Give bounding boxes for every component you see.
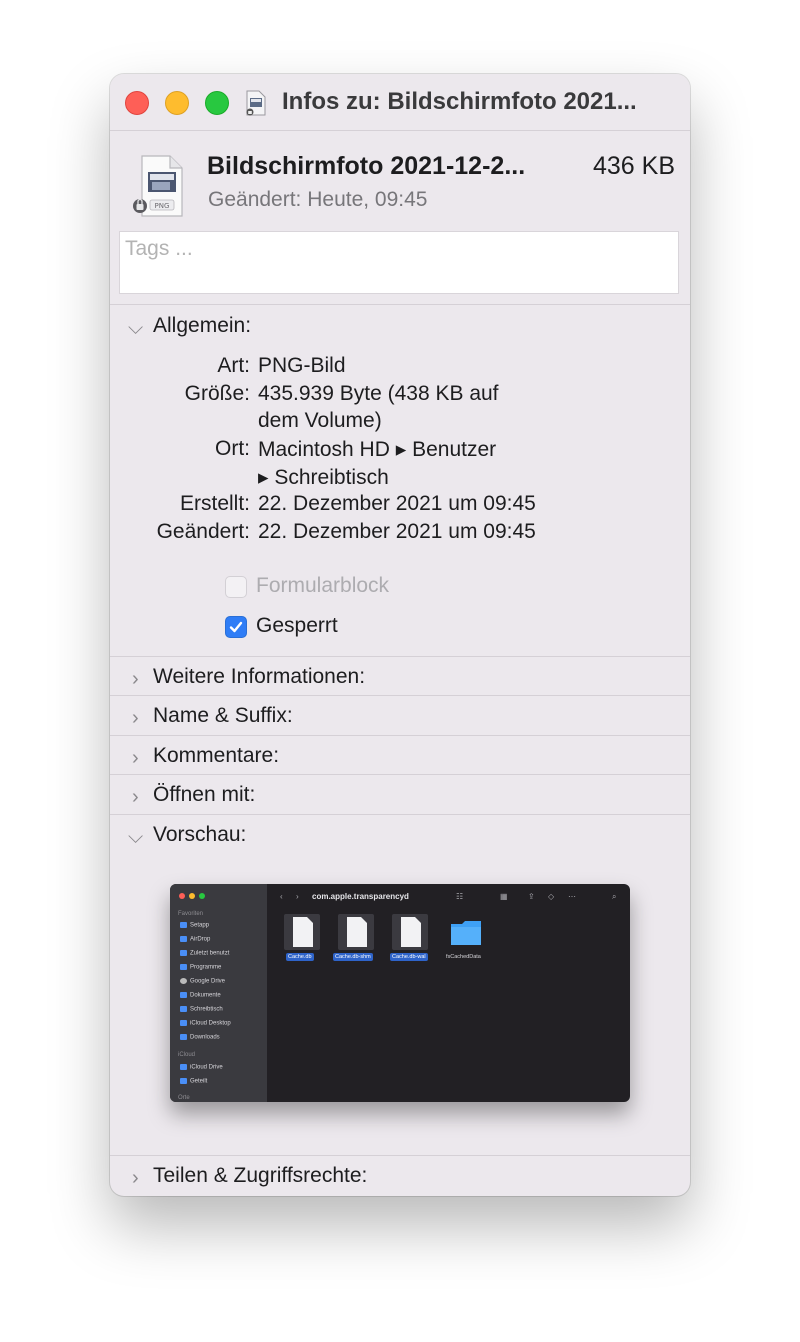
divider: [110, 1155, 690, 1156]
preview-document-icon: [284, 914, 320, 950]
divider: [110, 814, 690, 815]
preview-sidebar-item: Google Drive: [180, 978, 225, 985]
locked-label: Gesperrt: [256, 614, 338, 637]
where-label: Ort:: [215, 437, 250, 460]
preview-document-icon: [392, 914, 428, 950]
section-preview-header[interactable]: ⌵ Vorschau:: [110, 819, 690, 857]
preview-sidebar-item: iCloud Desktop: [180, 1020, 231, 1027]
section-sharing-header[interactable]: › Teilen & Zugriffsrechte:: [110, 1160, 690, 1196]
preview-sidebar-item: AirDrop: [180, 936, 210, 943]
size-value: 435.939 Byte (438 KB auf: [258, 382, 499, 405]
chevron-right-icon: ›: [132, 747, 139, 769]
preview-sidebar: Favoriten Setapp AirDrop Zuletzt benutzt…: [170, 884, 267, 1102]
png-file-icon: [246, 90, 266, 116]
tags-placeholder: Tags ...: [125, 237, 193, 260]
stationery-checkbox[interactable]: [225, 576, 247, 598]
preview-back-icon: ‹: [280, 892, 283, 901]
preview-sidebar-item: Downloads: [180, 1034, 220, 1041]
divider: [110, 695, 690, 696]
png-document-icon: PNG: [133, 155, 183, 217]
preview-sidebar-item: Zuletzt benutzt: [180, 950, 229, 957]
preview-forward-icon: ›: [296, 892, 299, 901]
file-header: PNG Bildschirmfoto 2021-12-2... 436 KB G…: [110, 130, 690, 230]
window-title: Infos zu: Bildschirmfoto 2021...: [282, 88, 637, 115]
preview-folder-title: com.apple.transparencyd: [312, 892, 409, 901]
chevron-down-icon: ⌵: [128, 826, 144, 848]
preview-sidebar-item: Setapp: [180, 922, 209, 929]
chevron-right-icon: ›: [132, 786, 139, 808]
preview-search-icon: ⌕: [612, 892, 617, 901]
preview-file-label: Cache.db-wal: [390, 953, 428, 961]
chevron-down-icon: ⌵: [128, 317, 144, 339]
divider: [110, 735, 690, 736]
svg-text:PNG: PNG: [155, 202, 170, 210]
section-name-suffix-header[interactable]: › Name & Suffix:: [110, 700, 690, 738]
section-general-header[interactable]: ⌵ Allgemein:: [110, 310, 690, 348]
preview-close-dot: [179, 893, 185, 899]
kind-value: PNG-Bild: [258, 354, 346, 377]
preview-action-icon: ⋯: [568, 892, 576, 901]
section-name-suffix-label: Name & Suffix:: [153, 704, 293, 727]
preview-thumbnail: Favoriten Setapp AirDrop Zuletzt benutzt…: [170, 884, 630, 1102]
section-more-info-label: Weitere Informationen:: [153, 665, 366, 688]
where-value-continued: ▸ Schreibtisch: [258, 466, 389, 489]
preview-file-label: Cache.db-shm: [333, 953, 373, 961]
divider: [110, 774, 690, 775]
preview-file-label: Cache.db: [286, 953, 314, 961]
size-label: Größe:: [184, 382, 250, 405]
divider: [110, 656, 690, 657]
section-general-label: Allgemein:: [153, 314, 252, 337]
preview-sidebar-item: Programme: [180, 964, 221, 971]
chevron-right-icon: ›: [132, 1167, 139, 1189]
file-modified-date: Geändert: Heute, 09:45: [208, 188, 428, 211]
info-window: Infos zu: Bildschirmfoto 2021... PNG Bil…: [110, 74, 690, 1196]
preview-zoom-dot: [199, 893, 205, 899]
preview-sidebar-item: Geteilt: [180, 1078, 207, 1085]
preview-document-icon: [338, 914, 374, 950]
preview-group-icon: ▦: [500, 892, 508, 901]
tags-input[interactable]: Tags ...: [119, 231, 679, 294]
preview-sidebar-item: Dokumente: [180, 992, 221, 999]
modified-label: Geändert:: [156, 520, 250, 543]
preview-view-icon: ☷: [456, 892, 464, 901]
section-comments-header[interactable]: › Kommentare:: [110, 740, 690, 778]
section-open-with-label: Öffnen mit:: [153, 783, 256, 806]
preview-share-icon: ⇪: [528, 892, 535, 901]
section-sharing-label: Teilen & Zugriffsrechte:: [153, 1164, 368, 1187]
preview-folder-icon: [451, 921, 481, 945]
preview-sidebar-item: Schreibtisch: [180, 1006, 223, 1013]
title-bar[interactable]: Infos zu: Bildschirmfoto 2021...: [110, 74, 690, 131]
file-name: Bildschirmfoto 2021-12-2...: [207, 152, 526, 180]
kind-label: Art:: [217, 354, 250, 377]
locked-checkbox[interactable]: [225, 616, 247, 638]
minimize-button[interactable]: [165, 91, 189, 115]
chevron-right-icon: ›: [132, 668, 139, 690]
section-preview-label: Vorschau:: [153, 823, 247, 846]
preview-sidebar-section: iCloud: [178, 1052, 196, 1058]
stationery-label: Formularblock: [256, 574, 390, 597]
zoom-button[interactable]: [205, 91, 229, 115]
section-comments-label: Kommentare:: [153, 744, 280, 767]
preview-sidebar-section: Favoriten: [178, 911, 204, 917]
modified-value: 22. Dezember 2021 um 09:45: [258, 520, 536, 543]
close-button[interactable]: [125, 91, 149, 115]
preview-tag-icon: ◇: [548, 892, 555, 901]
section-open-with-header[interactable]: › Öffnen mit:: [110, 779, 690, 817]
chevron-right-icon: ›: [132, 707, 139, 729]
preview-sidebar-item: iCloud Drive: [180, 1064, 223, 1071]
file-size: 436 KB: [592, 152, 675, 180]
created-label: Erstellt:: [179, 492, 250, 515]
preview-sidebar-section: Orte: [178, 1095, 190, 1101]
size-value-continued: dem Volume): [258, 409, 382, 432]
preview-file-label: fsCachedData: [446, 954, 481, 960]
preview-minimize-dot: [189, 893, 195, 899]
where-value: Macintosh HD ▸ Benutzer: [258, 438, 497, 461]
divider: [110, 304, 690, 305]
created-value: 22. Dezember 2021 um 09:45: [258, 492, 536, 515]
section-more-info-header[interactable]: › Weitere Informationen:: [110, 661, 690, 699]
checkmark-icon: [229, 621, 243, 633]
